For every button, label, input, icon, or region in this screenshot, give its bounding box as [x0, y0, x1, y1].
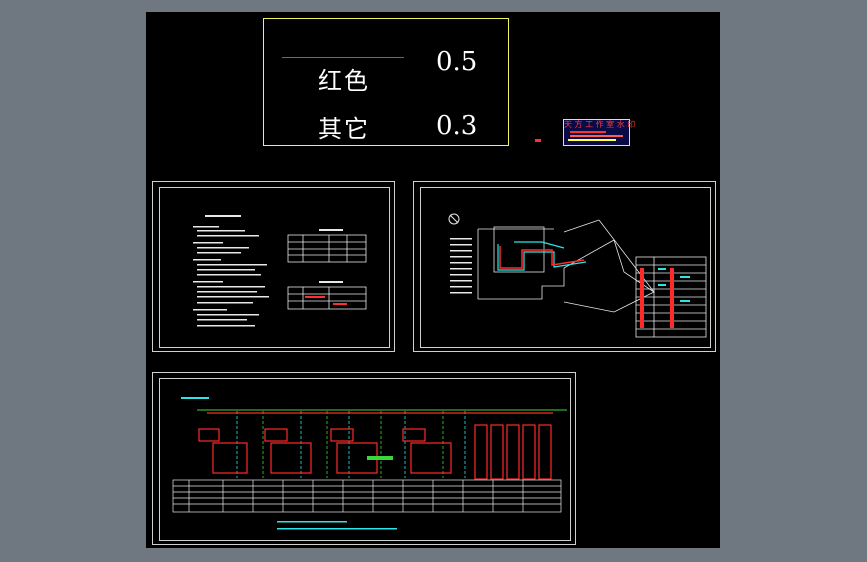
system-diagram-graphics: [172, 397, 567, 530]
cad-drawing-canvas[interactable]: 红色 0.5 其它 0.3 天 方 工 作 室 水 印: [146, 12, 720, 548]
line-weight-legend: 红色 0.5 其它 0.3: [263, 18, 509, 146]
floor-plan-graphics: [448, 213, 707, 338]
drawing-sheet-floor-plan[interactable]: [413, 181, 716, 352]
notes-sheet-graphics: [193, 215, 367, 327]
stamp-mark: [535, 139, 541, 142]
drawing-sheet-system-diagram[interactable]: [152, 372, 576, 545]
stamp-line: [570, 131, 606, 133]
stamp-line: [568, 139, 616, 141]
drawing-sheet-notes[interactable]: [152, 181, 395, 352]
watermark-stamp: 天 方 工 作 室 水 印: [563, 119, 636, 146]
legend-other-value: 0.3: [436, 111, 478, 141]
legend-red-label: 红色: [318, 67, 370, 95]
north-arrow-icon: [448, 213, 460, 225]
legend-other-label: 其它: [318, 115, 370, 143]
red-line-sample: [282, 57, 404, 58]
stamp-title: 天 方 工 作 室 水 印: [564, 120, 636, 129]
stamp-line: [570, 135, 623, 137]
legend-red-value: 0.5: [436, 47, 478, 77]
